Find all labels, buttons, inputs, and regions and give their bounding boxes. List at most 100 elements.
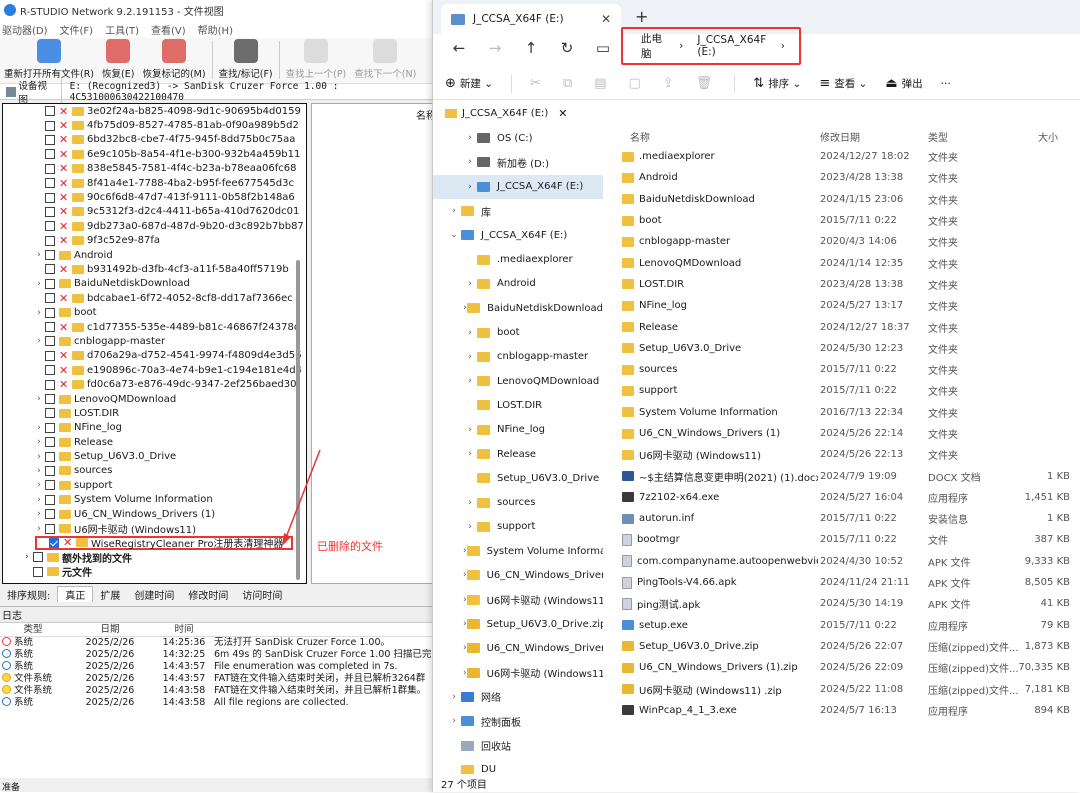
- tree-item[interactable]: ✕ 9c5312f3-d2c4-4411-b65a-410d7620dc01: [3, 205, 306, 219]
- log-header[interactable]: 时间: [154, 623, 214, 637]
- tree-item[interactable]: › Release: [3, 435, 306, 449]
- desktop-icon[interactable]: ▭: [585, 39, 621, 57]
- nav-item[interactable]: › Setup_U6V3.0_Drive.zip: [433, 612, 603, 636]
- eject-button[interactable]: ⏏ 弹出: [885, 76, 922, 91]
- menu-item[interactable]: 工具(T): [105, 22, 139, 37]
- nav-item[interactable]: › 新加卷 (D:): [433, 150, 603, 174]
- nav-item[interactable]: › U6_CN_Windows_Drivers: [433, 636, 603, 660]
- breadcrumb-drive[interactable]: J_CCSA_X64F (E:): [697, 34, 766, 58]
- checkbox[interactable]: [45, 394, 55, 404]
- tree-item[interactable]: › sources: [3, 464, 306, 478]
- menu-item[interactable]: 文件(F): [60, 22, 94, 37]
- expand-icon[interactable]: ›: [33, 394, 45, 404]
- tree-item[interactable]: ✕ bdcabae1-6f72-4052-8cf8-dd17af7366ec: [3, 291, 306, 305]
- tree-item[interactable]: ✕ 3e02f24a-b825-4098-9d1c-90695b4d0159: [3, 104, 306, 118]
- toolbar-button-2[interactable]: 恢复标记的(M): [138, 39, 209, 83]
- checkbox[interactable]: [45, 365, 55, 376]
- close-tab-icon[interactable]: ✕: [601, 12, 611, 26]
- tree-item[interactable]: › LenovoQMDownload: [3, 392, 306, 406]
- expand-icon[interactable]: ›: [33, 452, 45, 462]
- nav-item[interactable]: › LenovoQMDownload: [433, 369, 603, 393]
- file-row[interactable]: ping测试.apk 2024/5/30 14:19 APK 文件 41 KB: [610, 593, 1080, 614]
- subtab[interactable]: J_CCSA_X64F (E:) ✕: [439, 103, 574, 123]
- expand-icon[interactable]: ›: [33, 509, 45, 519]
- chevron-icon[interactable]: ›: [447, 206, 461, 216]
- tree-item[interactable]: ✕ 4fb75d09-8527-4785-81ab-0f90a989b5d2: [3, 118, 306, 132]
- nav-item[interactable]: .mediaexplorer: [433, 247, 603, 271]
- expand-icon[interactable]: ›: [33, 524, 45, 534]
- tree-item[interactable]: › Android: [3, 248, 306, 262]
- chevron-icon[interactable]: ›: [463, 522, 477, 532]
- checkbox[interactable]: [45, 509, 55, 520]
- nav-item[interactable]: ⌄ J_CCSA_X64F (E:): [433, 223, 603, 247]
- checkbox[interactable]: [45, 437, 55, 448]
- tree-item[interactable]: › BaiduNetdiskDownload: [3, 277, 306, 291]
- checkbox[interactable]: [45, 350, 55, 361]
- tree-item[interactable]: LOST.DIR: [3, 406, 306, 420]
- checkbox[interactable]: [33, 566, 43, 577]
- toolbar-button-0[interactable]: 重新打开所有文件(R): [0, 39, 98, 83]
- sort-tab[interactable]: 创建时间: [127, 587, 181, 602]
- log-header[interactable]: 日期: [66, 623, 154, 637]
- chevron-icon[interactable]: ›: [447, 716, 461, 726]
- checkbox[interactable]: [45, 465, 55, 476]
- tree-item[interactable]: › NFine_log: [3, 421, 306, 435]
- nav-item[interactable]: › support: [433, 515, 603, 539]
- tree-item[interactable]: › cnblogapp-master: [3, 334, 306, 348]
- tree-item[interactable]: › U6网卡驱动 (Windows11): [3, 521, 306, 536]
- nav-item[interactable]: › U6网卡驱动 (Windows11: [433, 661, 603, 685]
- tree-item[interactable]: ✕ c1d77355-535e-4489-b81c-46867f24378c: [3, 320, 306, 334]
- file-row[interactable]: 7z2102-x64.exe 2024/5/27 16:04 应用程序 1,451 K…: [610, 487, 1080, 508]
- forward-icon[interactable]: →: [477, 39, 513, 57]
- chevron-icon[interactable]: ›: [463, 425, 477, 435]
- file-row[interactable]: autorun.inf 2015/7/11 0:22 安装信息 1 KB: [610, 508, 1080, 529]
- file-row[interactable]: LOST.DIR 2023/4/28 13:38 文件夹: [610, 274, 1080, 295]
- checkbox[interactable]: [45, 451, 55, 462]
- file-row[interactable]: U6_CN_Windows_Drivers (1) 2024/5/26 22:14…: [610, 423, 1080, 444]
- tree-item[interactable]: › boot: [3, 305, 306, 319]
- tree-item-extra[interactable]: › 额外找到的文件: [3, 550, 306, 565]
- checkbox[interactable]: [45, 322, 55, 333]
- checkbox[interactable]: [45, 336, 55, 347]
- paste-icon[interactable]: ▤: [594, 76, 610, 91]
- checkbox[interactable]: [45, 120, 55, 131]
- nav-item[interactable]: › 库: [433, 199, 603, 223]
- checkbox[interactable]: [45, 379, 55, 390]
- file-row[interactable]: BaiduNetdiskDownload 2024/1/15 23:06 文件夹: [610, 189, 1080, 210]
- expand-icon[interactable]: ›: [21, 552, 33, 562]
- checkbox[interactable]: [45, 480, 55, 491]
- checkbox[interactable]: [33, 552, 43, 563]
- nav-item[interactable]: › OS (C:): [433, 126, 603, 150]
- expand-icon[interactable]: ›: [33, 480, 45, 490]
- nav-item[interactable]: › Release: [433, 442, 603, 466]
- tree-item[interactable]: ✕ b931492b-d3fb-4cf3-a11f-58a40ff5719b: [3, 262, 306, 276]
- address-bar[interactable]: 此电脑 › J_CCSA_X64F (E:) ›: [621, 27, 801, 65]
- chevron-icon[interactable]: ›: [447, 692, 461, 702]
- sort-tab[interactable]: 修改时间: [181, 587, 235, 602]
- new-tab-icon[interactable]: +: [635, 7, 648, 26]
- view-button[interactable]: ≡ 查看 ⌄: [819, 76, 867, 91]
- tree-item[interactable]: › support: [3, 478, 306, 492]
- nav-item[interactable]: › NFine_log: [433, 418, 603, 442]
- cut-icon[interactable]: ✂: [530, 76, 545, 91]
- checkbox[interactable]: [45, 264, 55, 275]
- file-row[interactable]: U6_CN_Windows_Drivers (1).zip 2024/5/26 2…: [610, 657, 1080, 678]
- file-row[interactable]: sources 2015/7/11 0:22 文件夹: [610, 359, 1080, 380]
- tree-item[interactable]: ✕ 838e5845-7581-4f4c-b23a-b78eaa06fc68: [3, 162, 306, 176]
- file-row[interactable]: .mediaexplorer 2024/12/27 18:02 文件夹: [610, 146, 1080, 167]
- menu-item[interactable]: 驱动器(D): [2, 22, 48, 37]
- column-header[interactable]: 类型: [928, 129, 1018, 144]
- expand-icon[interactable]: ›: [33, 279, 45, 289]
- file-row[interactable]: ~$主结算信息变更申明(2021) (1).docx 2024/7/9 19:09…: [610, 465, 1080, 486]
- checkbox[interactable]: [45, 278, 55, 289]
- file-row[interactable]: U6网卡驱动 (Windows11) .zip 2024/5/22 11:08 压缩…: [610, 678, 1080, 699]
- file-row[interactable]: cnblogapp-master 2020/4/3 14:06 文件夹: [610, 231, 1080, 252]
- checkbox[interactable]: [45, 206, 55, 217]
- column-header[interactable]: 修改日期: [818, 129, 928, 144]
- chevron-icon[interactable]: ⌄: [447, 230, 461, 240]
- sort-button[interactable]: ⇅ 排序 ⌄: [753, 76, 801, 91]
- file-row[interactable]: setup.exe 2015/7/11 0:22 应用程序 79 KB: [610, 615, 1080, 636]
- expand-icon[interactable]: ›: [33, 495, 45, 505]
- toolbar-button-3[interactable]: 查找/标记(F): [215, 39, 277, 83]
- checkbox[interactable]: [45, 192, 55, 203]
